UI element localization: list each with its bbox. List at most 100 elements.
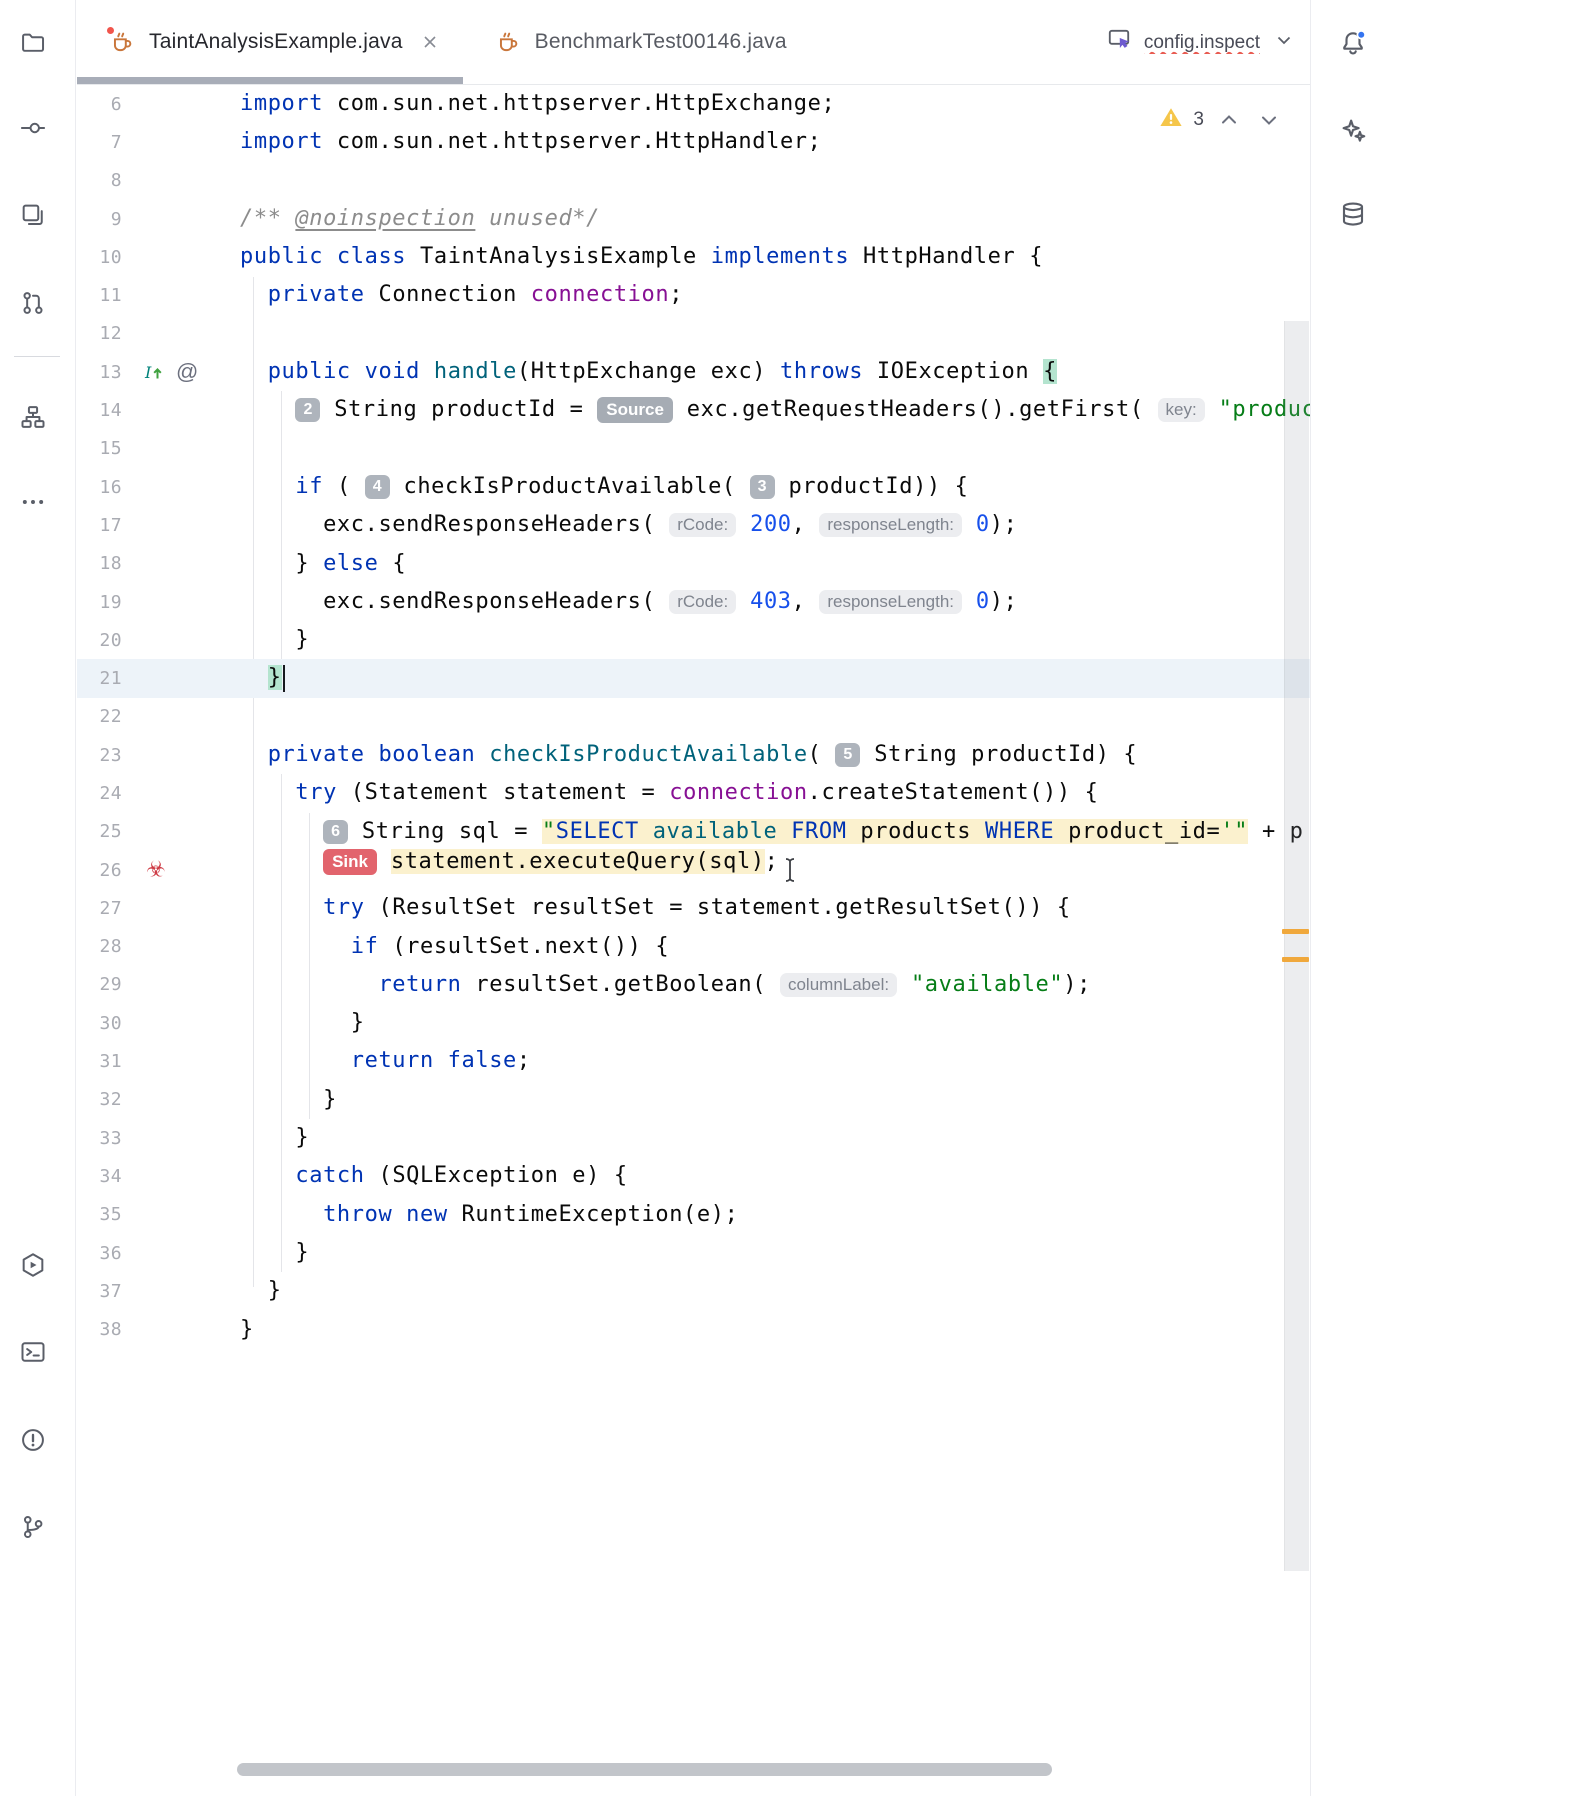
code-token: (: [337, 474, 365, 499]
code-token: RuntimeException(e);: [462, 1202, 739, 1227]
code-token: String sql =: [348, 819, 542, 844]
code-line[interactable]: 35 throw new RuntimeException(e);: [77, 1196, 1310, 1234]
code-line[interactable]: 17 exc.sendResponseHeaders( rCode: 200, …: [77, 506, 1310, 544]
terminal-icon[interactable]: [15, 1334, 51, 1370]
scrollbar-warning-mark[interactable]: [1282, 929, 1309, 934]
scrollbar-warning-mark[interactable]: [1282, 957, 1309, 962]
line-number: 24: [77, 783, 122, 804]
code-line[interactable]: 31 return false;: [77, 1042, 1310, 1080]
ai-assistant-icon[interactable]: [1335, 112, 1371, 148]
overflow-file-label[interactable]: config.inspect: [1144, 32, 1260, 54]
code-line[interactable]: 34 catch (SQLException e) {: [77, 1157, 1310, 1195]
taint-sink-badge[interactable]: Sink: [323, 849, 377, 875]
code-line[interactable]: 7import com.sun.net.httpserver.HttpHandl…: [77, 123, 1310, 161]
next-problem-icon[interactable]: [1254, 109, 1284, 131]
vertical-scrollbar[interactable]: [1284, 321, 1309, 1571]
previous-problem-icon[interactable]: [1214, 109, 1244, 131]
tab-taintanalysisexample[interactable]: TaintAnalysisExample.java: [77, 0, 463, 84]
modified-indicator: [105, 25, 116, 36]
code-line[interactable]: 24 try (Statement statement = connection…: [77, 774, 1310, 812]
code-line[interactable]: 16 if ( 4 checkIsProductAvailable( 3 pro…: [77, 468, 1310, 506]
code-token: return false: [351, 1048, 517, 1073]
horizontal-scrollbar[interactable]: [237, 1763, 1052, 1776]
code-token: Connection: [378, 282, 530, 307]
code-line[interactable]: 10public class TaintAnalysisExample impl…: [77, 238, 1310, 276]
code-token: throw new: [323, 1202, 461, 1227]
chevron-down-icon[interactable]: [1272, 28, 1296, 57]
line-number: 28: [77, 936, 122, 957]
line-number: 16: [77, 477, 122, 498]
git-branch-icon[interactable]: [15, 1509, 51, 1545]
gutter: [122, 200, 240, 238]
code-line[interactable]: 8: [77, 162, 1310, 200]
annotation-icon[interactable]: @: [176, 359, 198, 385]
code-token: ;: [669, 282, 683, 307]
code-line[interactable]: 19 exc.sendResponseHeaders( rCode: 403, …: [77, 583, 1310, 621]
editor-cards-icon[interactable]: [15, 197, 51, 233]
code-editor[interactable]: 6import com.sun.net.httpserver.HttpExcha…: [77, 85, 1310, 1796]
code-line[interactable]: 37 }: [77, 1272, 1310, 1310]
taint-step-badge[interactable]: 5: [835, 743, 860, 767]
override-icon[interactable]: I: [142, 361, 164, 383]
code-text: private boolean checkIsProductAvailable(…: [240, 736, 1310, 774]
line-number: 33: [77, 1128, 122, 1149]
code-line[interactable]: 29 return resultSet.getBoolean( columnLa…: [77, 966, 1310, 1004]
code-line[interactable]: 12: [77, 315, 1310, 353]
code-line[interactable]: 36 }: [77, 1234, 1310, 1272]
gutter: [122, 621, 240, 659]
code-line[interactable]: 21 }: [77, 659, 1310, 697]
code-line[interactable]: 15: [77, 430, 1310, 468]
code-line[interactable]: 27 try (ResultSet resultSet = statement.…: [77, 889, 1310, 927]
code-line[interactable]: 38}: [77, 1311, 1310, 1349]
problems-icon[interactable]: [15, 1422, 51, 1458]
code-line[interactable]: 32 }: [77, 1081, 1310, 1119]
code-token: [240, 282, 268, 307]
biohazard-icon[interactable]: ☣: [146, 858, 166, 883]
code-token: );: [1063, 972, 1091, 997]
code-token: [240, 934, 351, 959]
line-number: 32: [77, 1089, 122, 1110]
code-line[interactable]: 18 } else {: [77, 545, 1310, 583]
pull-requests-icon[interactable]: [15, 285, 51, 321]
taint-step-badge[interactable]: 2: [295, 398, 320, 422]
tab-benchmarktest[interactable]: BenchmarkTest00146.java: [463, 0, 811, 84]
code-text: }: [240, 1004, 1310, 1042]
code-text: return resultSet.getBoolean( columnLabel…: [240, 966, 1310, 1004]
gutter: ☣: [122, 851, 240, 889]
gutter: [122, 1311, 240, 1349]
taint-source-badge[interactable]: Source: [597, 397, 673, 423]
close-tab-icon[interactable]: [421, 33, 439, 51]
folder-icon[interactable]: [15, 25, 51, 61]
notifications-icon[interactable]: [1335, 25, 1371, 61]
code-text: exc.sendResponseHeaders( rCode: 403, res…: [240, 583, 1310, 621]
code-line[interactable]: 33 }: [77, 1119, 1310, 1157]
code-token: [240, 895, 323, 920]
taint-step-badge[interactable]: 3: [750, 475, 775, 499]
code-line[interactable]: 30 }: [77, 1004, 1310, 1042]
code-text: try (Statement statement = connection.cr…: [240, 774, 1310, 812]
code-token: exc.getRequestHeaders().getFirst(: [673, 397, 1158, 422]
code-line[interactable]: 6import com.sun.net.httpserver.HttpExcha…: [77, 85, 1310, 123]
parameter-name-hint: columnLabel:: [780, 973, 897, 997]
code-line[interactable]: 23 private boolean checkIsProductAvailab…: [77, 736, 1310, 774]
code-token: ;: [517, 1048, 531, 1073]
structure-icon[interactable]: [15, 399, 51, 435]
code-line[interactable]: 28 if (resultSet.next()) {: [77, 928, 1310, 966]
more-icon[interactable]: [15, 484, 51, 520]
code-line[interactable]: 11 private Connection connection;: [77, 276, 1310, 314]
code-line[interactable]: 14 2 String productId = Source exc.getRe…: [77, 391, 1310, 429]
code-line[interactable]: 13I@ public void handle(HttpExchange exc…: [77, 353, 1310, 391]
active-tab-underline: [77, 77, 463, 84]
code-line[interactable]: 20 }: [77, 621, 1310, 659]
taint-step-badge[interactable]: 6: [323, 820, 348, 844]
code-line[interactable]: 9/** @noinspection unused*/: [77, 200, 1310, 238]
code-token: (resultSet.next()) {: [392, 934, 669, 959]
services-icon[interactable]: [15, 1247, 51, 1283]
code-line[interactable]: 22: [77, 698, 1310, 736]
commit-icon[interactable]: [15, 110, 51, 146]
line-number: 19: [77, 592, 122, 613]
taint-step-badge[interactable]: 4: [365, 475, 390, 499]
code-text: }: [240, 621, 1310, 659]
code-line[interactable]: 26☣ Sink statement.executeQuery(sql);: [77, 851, 1310, 889]
database-icon[interactable]: [1335, 197, 1371, 233]
